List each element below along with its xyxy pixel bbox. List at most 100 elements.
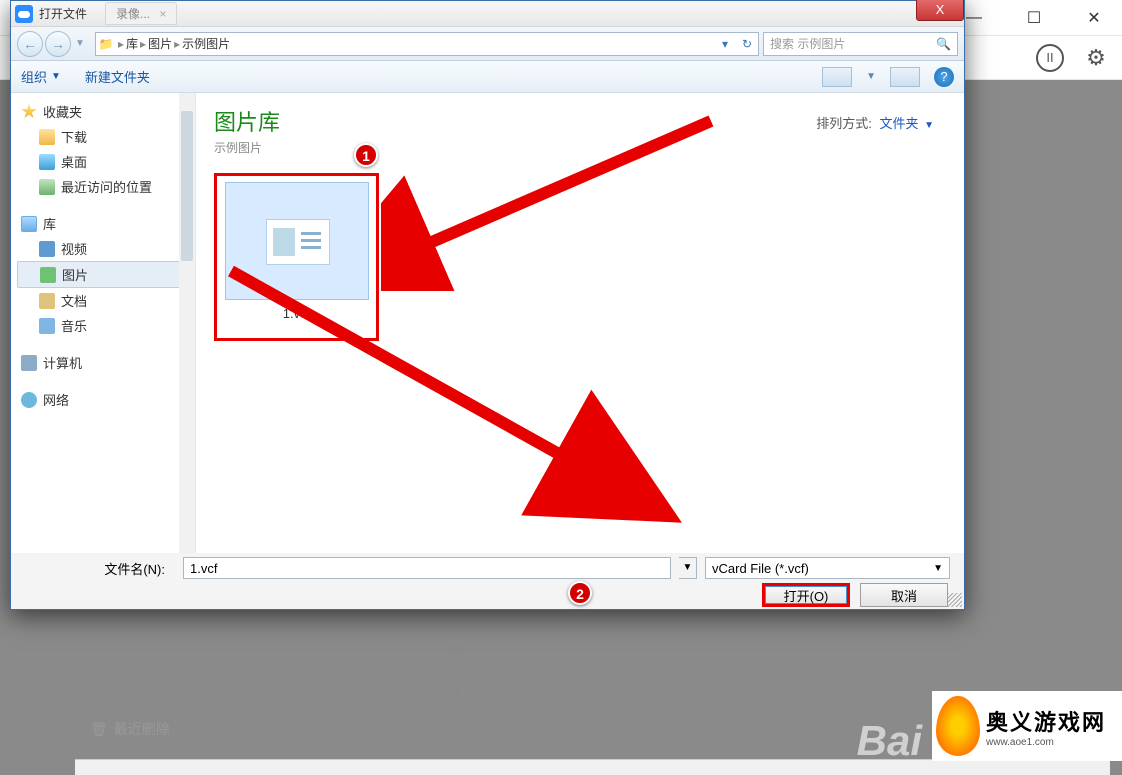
recent-icon <box>39 179 55 195</box>
letter[interactable]: Z <box>450 700 463 720</box>
breadcrumb-pictures[interactable]: 图片 <box>148 35 172 52</box>
cancel-button[interactable]: 取消 <box>860 583 948 607</box>
organize-label: 组织 <box>21 67 47 86</box>
sort-by[interactable]: 排列方式: 文件夹 ▼ <box>816 113 934 132</box>
sidebar-desktop[interactable]: 桌面 <box>17 149 195 174</box>
dialog-footer: 文件名(N): ▼ vCard File (*.vcf) ▼ 2 打开(O) 取… <box>11 553 964 609</box>
library-subtitle: 示例图片 <box>214 139 946 156</box>
chevron-down-icon[interactable]: ▼ <box>866 71 876 82</box>
open-file-dialog: 打开文件 录像... × X ← → ▼ 📁 ▸ 库 ▸ 图片 ▸ 示例图片 ▾… <box>10 0 965 610</box>
sidebar-label: 最近访问的位置 <box>61 177 152 196</box>
sort-value[interactable]: 文件夹 <box>879 116 918 131</box>
close-button[interactable]: ✕ <box>1074 8 1114 28</box>
letter[interactable]: Y <box>450 680 463 700</box>
resize-grip[interactable] <box>948 593 962 607</box>
search-placeholder: 搜索 示例图片 <box>770 35 845 52</box>
history-dropdown-icon[interactable]: ▼ <box>73 31 87 57</box>
sidebar-downloads[interactable]: 下载 <box>17 124 195 149</box>
sidebar-libraries[interactable]: 库 <box>17 211 195 236</box>
view-mode-button[interactable] <box>822 67 852 87</box>
watermark-baidu: Bai <box>857 717 922 765</box>
recent-delete[interactable]: 🗑 最近删除 <box>90 719 170 739</box>
scrollbar-thumb[interactable] <box>181 111 193 261</box>
sidebar-label: 网络 <box>43 390 69 409</box>
cloud-icon <box>15 5 33 23</box>
sidebar-recent-places[interactable]: 最近访问的位置 <box>17 174 195 199</box>
trash-icon: 🗑 <box>90 721 108 738</box>
help-button[interactable]: ? <box>934 67 954 87</box>
file-type-filter[interactable]: vCard File (*.vcf) ▼ <box>705 557 950 579</box>
sort-label: 排列方式: <box>816 116 872 131</box>
sidebar-label: 收藏夹 <box>43 102 82 121</box>
chevron-right-icon: ▸ <box>138 37 148 51</box>
letter[interactable]: X <box>450 660 463 680</box>
navigation-sidebar: 收藏夹 下载 桌面 最近访问的位置 库 视频 图片 文档 音乐 计算机 网络 <box>11 93 196 553</box>
sidebar-label: 图片 <box>62 265 88 284</box>
preview-pane-button[interactable] <box>890 67 920 87</box>
new-folder-button[interactable]: 新建文件夹 <box>85 67 150 86</box>
sidebar-favorites[interactable]: 收藏夹 <box>17 99 195 124</box>
breadcrumb-root[interactable]: 库 <box>126 35 138 52</box>
sidebar-scrollbar[interactable] <box>179 93 195 553</box>
music-icon <box>39 318 55 334</box>
forward-button[interactable]: → <box>45 31 71 57</box>
dialog-titlebar[interactable]: 打开文件 录像... × X <box>11 1 964 27</box>
folder-icon <box>39 129 55 145</box>
settings-icon[interactable]: ⚙ <box>1082 44 1110 72</box>
sidebar-videos[interactable]: 视频 <box>17 236 195 261</box>
back-button[interactable]: ← <box>17 31 43 57</box>
recent-delete-label: 最近删除 <box>114 719 170 739</box>
letter[interactable]: W <box>450 640 463 660</box>
folder-icon: 📁 <box>96 37 116 51</box>
tab-close-icon[interactable]: × <box>159 7 166 21</box>
letter[interactable]: V <box>450 620 463 640</box>
breadcrumb[interactable]: 📁 ▸ 库 ▸ 图片 ▸ 示例图片 ▾ ↻ <box>95 32 759 56</box>
search-icon[interactable]: 🔍 <box>936 37 951 51</box>
sidebar-label: 文档 <box>61 291 87 310</box>
sidebar-network[interactable]: 网络 <box>17 387 195 412</box>
alphabet-index: U V W X Y Z <box>450 600 463 720</box>
picture-icon <box>40 267 56 283</box>
dialog-body: 收藏夹 下载 桌面 最近访问的位置 库 视频 图片 文档 音乐 计算机 网络 图… <box>11 93 964 553</box>
flame-icon <box>936 696 980 756</box>
chevron-right-icon: ▸ <box>172 37 182 51</box>
maximize-button[interactable]: ☐ <box>1014 8 1054 28</box>
file-list-area[interactable]: 图片库 示例图片 排列方式: 文件夹 ▼ 1.vcf 1 <box>196 93 964 553</box>
chevron-down-icon: ▼ <box>51 71 61 82</box>
sidebar-label: 计算机 <box>43 353 82 372</box>
annotation-badge-2: 2 <box>568 581 592 605</box>
sidebar-label: 桌面 <box>61 152 87 171</box>
search-input[interactable]: 搜索 示例图片 🔍 <box>763 32 958 56</box>
dialog-toolbar: 组织 ▼ 新建文件夹 ▼ ? <box>11 61 964 93</box>
sidebar-music[interactable]: 音乐 <box>17 313 195 338</box>
breadcrumb-sample[interactable]: 示例图片 <box>182 35 230 52</box>
file-thumbnail[interactable] <box>225 182 369 300</box>
filename-dropdown-icon[interactable]: ▼ <box>679 557 697 579</box>
breadcrumb-dropdown-icon[interactable]: ▾ <box>714 37 736 51</box>
video-icon <box>39 241 55 257</box>
organize-menu[interactable]: 组织 ▼ <box>21 67 61 86</box>
site-logo: 奥义游戏网 www.aoe1.com <box>932 691 1122 761</box>
filter-value: vCard File (*.vcf) <box>712 561 809 576</box>
background-tab[interactable]: 录像... × <box>105 2 177 25</box>
horizontal-scrollbar[interactable] <box>75 759 1110 775</box>
sidebar-documents[interactable]: 文档 <box>17 288 195 313</box>
sidebar-label: 音乐 <box>61 316 87 335</box>
star-icon <box>21 104 37 120</box>
dialog-close-button[interactable]: X <box>916 0 964 21</box>
pause-icon[interactable]: II <box>1036 44 1064 72</box>
sidebar-computer[interactable]: 计算机 <box>17 350 195 375</box>
file-name-label: 1.vcf <box>217 306 376 321</box>
chevron-right-icon: ▸ <box>116 37 126 51</box>
vcard-icon <box>266 219 330 265</box>
sidebar-pictures[interactable]: 图片 <box>17 261 195 288</box>
network-icon <box>21 392 37 408</box>
chevron-down-icon[interactable]: ▼ <box>924 120 934 131</box>
open-button[interactable]: 打开(O) <box>762 583 850 607</box>
refresh-icon[interactable]: ↻ <box>736 37 758 51</box>
desktop-icon <box>39 154 55 170</box>
library-icon <box>21 216 37 232</box>
filename-input[interactable] <box>183 557 671 579</box>
dialog-title: 打开文件 <box>39 5 87 22</box>
chevron-down-icon: ▼ <box>933 563 943 574</box>
